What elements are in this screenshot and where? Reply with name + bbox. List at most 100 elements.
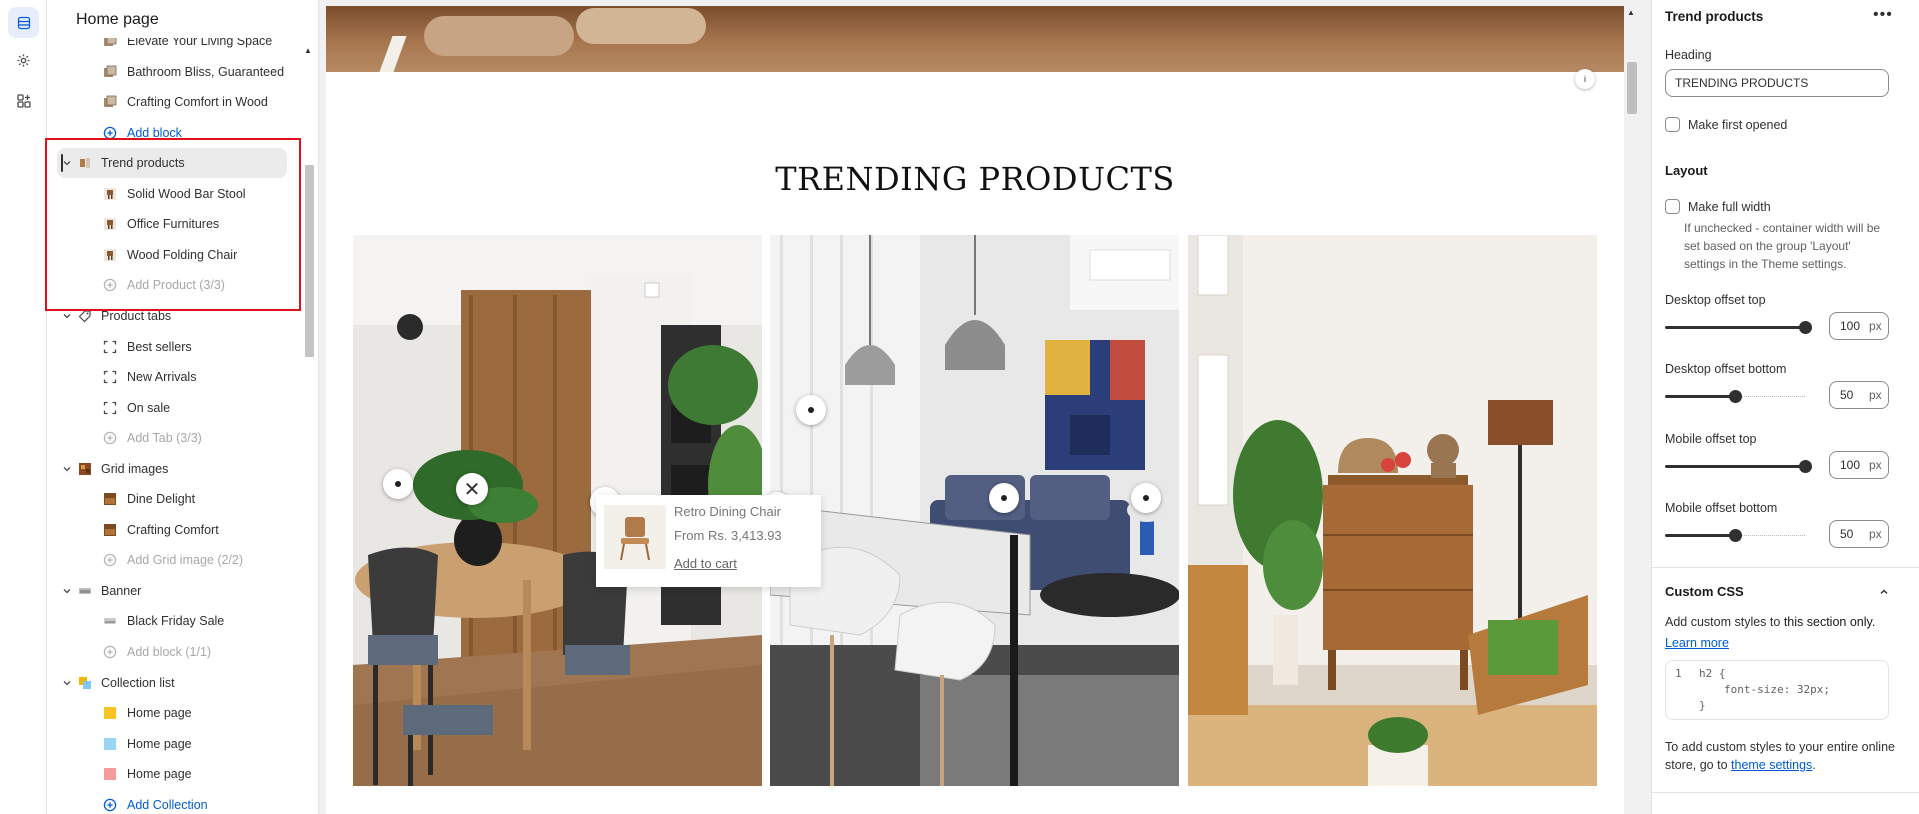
block-item[interactable]: Best sellers	[47, 332, 287, 362]
css-help-text: Add custom styles to	[1665, 615, 1784, 629]
make-first-opened-checkbox[interactable]	[1665, 117, 1680, 132]
make-full-width-checkbox[interactable]	[1665, 199, 1680, 214]
theme-settings-help: To add custom styles to your entire onli…	[1665, 738, 1895, 774]
slider-label: Desktop offset bottom	[1665, 362, 1787, 376]
offset-unit: px	[1869, 527, 1882, 541]
offset-number-input[interactable]: 50 px	[1829, 520, 1889, 548]
banner-thumb-icon	[102, 613, 118, 629]
scroll-up-arrow-icon[interactable]: ▲	[1627, 8, 1635, 17]
hotspot-dot	[395, 481, 401, 487]
slider-knob[interactable]	[1799, 321, 1812, 334]
custom-css-help: Add custom styles to this section only.	[1665, 613, 1895, 631]
scroll-up-arrow-icon[interactable]: ▲	[304, 46, 312, 55]
close-hotspot-icon[interactable]: ✕	[456, 473, 488, 505]
slider-fill	[1665, 326, 1805, 329]
block-item[interactable]: Black Friday Sale	[47, 606, 287, 636]
icon-rail	[0, 0, 47, 814]
block-item[interactable]: Home page	[47, 698, 287, 728]
heading-input[interactable]	[1665, 69, 1889, 97]
css-help-bold: this section only.	[1783, 615, 1876, 629]
slider-label: Mobile offset top	[1665, 432, 1757, 446]
preview-scrollbar[interactable]	[1625, 0, 1639, 814]
block-item[interactable]: Crafting Comfort	[47, 515, 287, 545]
tree-item-label: New Arrivals	[127, 370, 197, 385]
slider-knob[interactable]	[1799, 460, 1812, 473]
offset-value: 100	[1840, 458, 1861, 472]
offset-number-input[interactable]: 100 px	[1829, 451, 1889, 479]
chevron-down-icon[interactable]	[61, 585, 73, 597]
product-image-sideboard-room	[1188, 235, 1597, 786]
chevron-down-icon[interactable]	[61, 463, 73, 475]
code-line: font-size: 32px;	[1724, 683, 1830, 696]
section-item[interactable]: Collection list	[47, 668, 287, 698]
hotspot-icon[interactable]	[796, 395, 826, 425]
footer-period: .	[1812, 758, 1816, 772]
image-icon	[102, 94, 118, 110]
sandal-shape	[576, 8, 706, 44]
add-item-button[interactable]: Add Collection	[47, 790, 287, 814]
offset-number-input[interactable]: 50 px	[1829, 381, 1889, 409]
popup-product-price: From Rs. 3,413.93	[674, 528, 782, 543]
slider-track	[1735, 535, 1805, 536]
tree-item-label: Home page	[127, 767, 192, 782]
tree-item-label: Add Tab (3/3)	[127, 431, 202, 446]
hotspot-icon[interactable]	[1131, 483, 1161, 513]
frame-icon	[102, 369, 118, 385]
tree-item-label: Add block (1/1)	[127, 645, 212, 659]
preview-scrollbar-thumb[interactable]	[1627, 62, 1637, 114]
section-heading: TRENDING PRODUCTS	[775, 160, 1175, 198]
hotspot-dot	[1001, 495, 1007, 501]
section-item[interactable]: Banner	[47, 576, 287, 606]
chevron-up-icon[interactable]	[1879, 584, 1889, 602]
block-item[interactable]: On sale	[47, 393, 287, 423]
add-item-button: Add Grid image (2/2)	[47, 545, 287, 575]
block-item[interactable]: New Arrivals	[47, 362, 287, 392]
popup-product-name[interactable]: Retro Dining Chair	[674, 504, 781, 519]
tree-item-label: Add Grid image (2/2)	[127, 553, 244, 568]
css-code-editor[interactable]: 1 h2 { font-size: 32px; }	[1665, 660, 1889, 720]
offset-slider[interactable]	[1665, 458, 1812, 474]
hotspot-icon[interactable]	[383, 469, 413, 499]
offset-slider[interactable]	[1665, 527, 1805, 543]
block-item[interactable]: Bathroom Bliss, Guaranteed	[47, 57, 287, 87]
code-line-number: 1	[1675, 667, 1682, 680]
hotspot-icon[interactable]	[989, 483, 1019, 513]
tree-item-label: Collection list	[101, 675, 175, 690]
block-item[interactable]: Dine Delight	[47, 484, 287, 514]
section-item[interactable]: Grid images	[47, 454, 287, 484]
slider-fill	[1665, 465, 1805, 468]
slider-knob[interactable]	[1729, 529, 1742, 542]
theme-settings-link[interactable]: theme settings	[1731, 758, 1812, 772]
make-full-width-label: Make full width	[1688, 200, 1771, 214]
hotspot-dot	[808, 407, 814, 413]
store-preview: i TRENDING PRODUCTS ✕ Retro Dining Chair…	[326, 6, 1624, 814]
block-item[interactable]: Crafting Comfort in Wood	[47, 87, 287, 117]
slider-label: Desktop offset top	[1665, 293, 1766, 307]
apps-icon[interactable]	[8, 85, 39, 116]
theme-settings-gear-icon[interactable]	[8, 45, 39, 76]
more-options-icon[interactable]: •••	[1873, 6, 1893, 24]
offset-slider[interactable]	[1665, 319, 1812, 335]
learn-more-link[interactable]: Learn more	[1665, 634, 1729, 652]
add-to-cart-link[interactable]: Add to cart	[674, 556, 737, 571]
sections-icon[interactable]	[8, 7, 39, 38]
tree-item-label: Dine Delight	[127, 492, 196, 507]
slider-label: Mobile offset bottom	[1665, 501, 1778, 515]
offset-slider[interactable]	[1665, 388, 1805, 404]
layout-heading: Layout	[1665, 163, 1708, 178]
chevron-down-icon[interactable]	[61, 310, 73, 322]
block-item[interactable]: Home page	[47, 759, 287, 789]
add-item-button: Add Tab (3/3)	[47, 423, 287, 453]
block-item[interactable]: Home page	[47, 729, 287, 759]
chevron-down-icon[interactable]	[61, 677, 73, 689]
divider	[1652, 567, 1919, 568]
slider-knob[interactable]	[1729, 390, 1742, 403]
offset-number-input[interactable]: 100 px	[1829, 312, 1889, 340]
product-image-living-room	[770, 235, 1179, 786]
theme-editor: Elevate Your Living Space Bathroom Bliss,…	[0, 0, 1919, 814]
sidebar-scrollbar[interactable]	[305, 165, 314, 357]
tree-item-label: Crafting Comfort in Wood	[127, 95, 268, 110]
hero-hotspot-icon[interactable]: i	[1575, 69, 1595, 89]
offset-value: 100	[1840, 319, 1861, 333]
chair-thumbnail-icon[interactable]	[604, 505, 666, 569]
